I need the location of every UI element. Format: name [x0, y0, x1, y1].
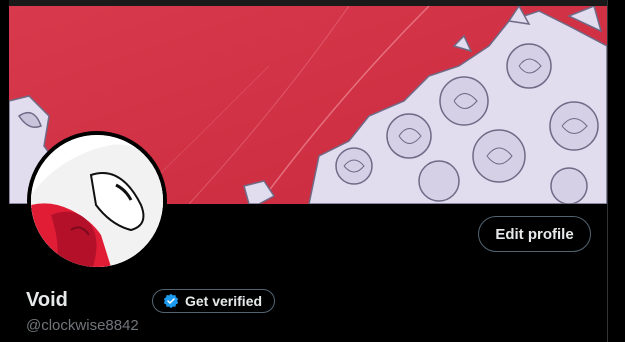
profile-avatar[interactable]: [27, 131, 167, 271]
get-verified-button[interactable]: Get verified: [152, 289, 276, 313]
user-handle: @clockwise8842: [26, 317, 139, 334]
edit-profile-button[interactable]: Edit profile: [478, 216, 591, 252]
display-name: Void: [26, 289, 68, 311]
verified-badge-icon: [163, 293, 179, 309]
left-edge: [0, 0, 9, 342]
avatar-artwork: [31, 135, 163, 267]
right-edge: [607, 0, 625, 342]
get-verified-label: Get verified: [185, 293, 263, 309]
